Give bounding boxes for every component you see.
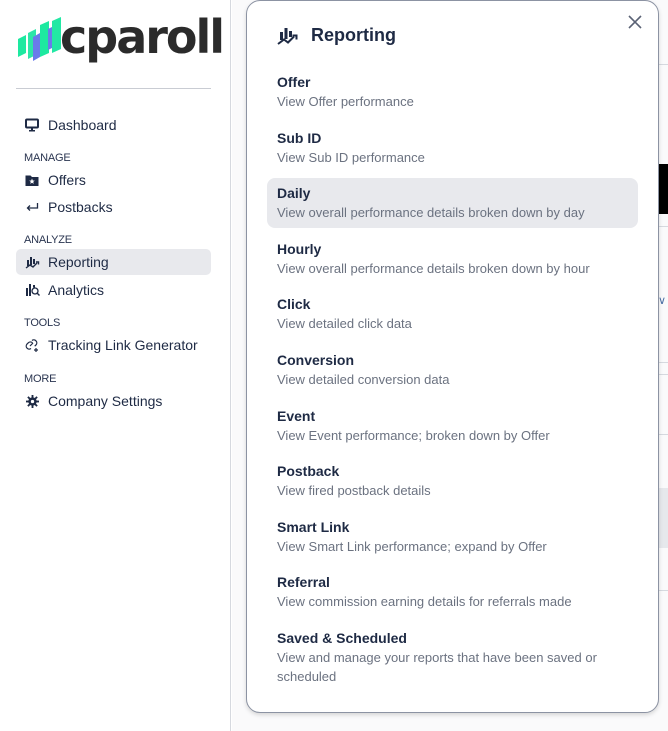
report-item-description: View Smart Link performance; expand by O… xyxy=(277,538,547,554)
popover-header: Reporting xyxy=(277,25,396,46)
chart-trend-icon xyxy=(24,254,40,270)
chevron-down-icon: ∨ xyxy=(657,295,666,307)
report-item-description: View Sub ID performance xyxy=(277,149,425,165)
section-label-analyze: ANALYZE xyxy=(24,234,72,246)
report-item-description: View Offer performance xyxy=(277,94,414,109)
background-block xyxy=(658,164,668,214)
sidebar-item-label: Dashboard xyxy=(48,117,117,133)
sidebar-item-reporting[interactable]: Reporting xyxy=(16,249,211,275)
logo[interactable]: cparoll xyxy=(16,10,225,68)
logo-wordmark: cparoll xyxy=(60,10,225,64)
sidebar-item-tracking-link-generator[interactable]: Tracking Link Generator xyxy=(16,332,211,358)
folder-star-icon xyxy=(24,172,40,188)
sidebar-item-label: Reporting xyxy=(48,254,109,270)
sidebar-item-label: Offers xyxy=(48,172,86,188)
chart-trend-icon xyxy=(277,27,298,45)
report-item-description: View detailed conversion data xyxy=(277,371,450,387)
report-item-description: View and manage your reports that have b… xyxy=(277,649,597,684)
background-block xyxy=(658,488,668,548)
report-item-event[interactable]: Event View Event performance; broken dow… xyxy=(267,401,638,451)
sidebar-nav: Dashboard MANAGE Offers Postbacks ANALYZ… xyxy=(16,112,211,414)
sidebar-item-label: Company Settings xyxy=(48,393,163,409)
report-list: Offer View Offer performance Sub ID View… xyxy=(267,67,638,699)
report-item-description: View commission earning details for refe… xyxy=(277,594,572,610)
section-label-tools: TOOLS xyxy=(24,317,61,329)
gear-icon xyxy=(24,393,40,409)
section-label-more: MORE xyxy=(24,373,57,385)
sidebar: cparoll Dashboard MANAGE Offers Postback… xyxy=(0,0,231,731)
report-item-title: Referral xyxy=(277,574,330,591)
report-item-description: View detailed click data xyxy=(277,316,412,332)
report-item-title: Click xyxy=(277,296,311,313)
sidebar-item-label: Postbacks xyxy=(48,199,113,215)
report-item-offer[interactable]: Offer View Offer performance xyxy=(267,67,638,117)
report-item-title: Daily xyxy=(277,185,311,202)
report-item-postback[interactable]: Postback View fired postback details xyxy=(267,456,638,506)
report-item-saved-scheduled[interactable]: Saved & Scheduled View and manage your r… xyxy=(267,623,638,693)
report-item-description: View fired postback details xyxy=(277,483,431,499)
report-item-daily[interactable]: Daily View overall performance details b… xyxy=(267,178,638,229)
report-item-click[interactable]: Click View detailed click data xyxy=(267,289,638,339)
report-item-referral[interactable]: Referral View commission earning details… xyxy=(267,567,638,617)
report-item-title: Offer xyxy=(277,74,311,90)
report-item-title: Saved & Scheduled xyxy=(277,629,407,646)
close-icon[interactable] xyxy=(626,13,644,31)
logo-mark-icon xyxy=(18,17,61,61)
report-item-smart-link[interactable]: Smart Link View Smart Link performance; … xyxy=(267,512,638,562)
sidebar-item-company-settings[interactable]: Company Settings xyxy=(16,388,211,414)
sidebar-item-dashboard[interactable]: Dashboard xyxy=(16,112,211,138)
reporting-popover: Reporting Offer View Offer performance S… xyxy=(246,0,659,713)
report-item-sub-id[interactable]: Sub ID View Sub ID performance xyxy=(267,123,638,173)
section-label-manage: MANAGE xyxy=(24,152,71,164)
link-add-icon xyxy=(24,337,40,353)
monitor-icon xyxy=(24,117,40,133)
sidebar-item-analytics[interactable]: Analytics xyxy=(16,277,211,303)
report-item-hourly[interactable]: Hourly View overall performance details … xyxy=(267,234,638,284)
report-item-title: Smart Link xyxy=(277,518,350,535)
report-item-description: View overall performance details broken … xyxy=(277,260,590,276)
sidebar-item-postbacks[interactable]: Postbacks xyxy=(16,194,211,220)
sidebar-item-label: Analytics xyxy=(48,282,105,298)
return-arrow-icon xyxy=(24,199,40,215)
report-item-conversion[interactable]: Conversion View detailed conversion data xyxy=(267,345,638,395)
report-item-title: Sub ID xyxy=(277,129,322,146)
report-item-title: Postback xyxy=(277,463,340,480)
report-item-description: View overall performance details broken … xyxy=(277,205,585,221)
sidebar-item-offers[interactable]: Offers xyxy=(16,167,211,193)
chart-search-icon xyxy=(24,282,40,298)
popover-title: Reporting xyxy=(311,25,396,45)
report-item-title: Hourly xyxy=(277,240,322,257)
report-item-title: Conversion xyxy=(277,351,355,368)
sidebar-divider xyxy=(16,88,211,89)
sidebar-item-label: Tracking Link Generator xyxy=(48,337,198,353)
report-item-title: Event xyxy=(277,407,316,424)
report-item-description: View Event performance; broken down by O… xyxy=(277,427,550,443)
